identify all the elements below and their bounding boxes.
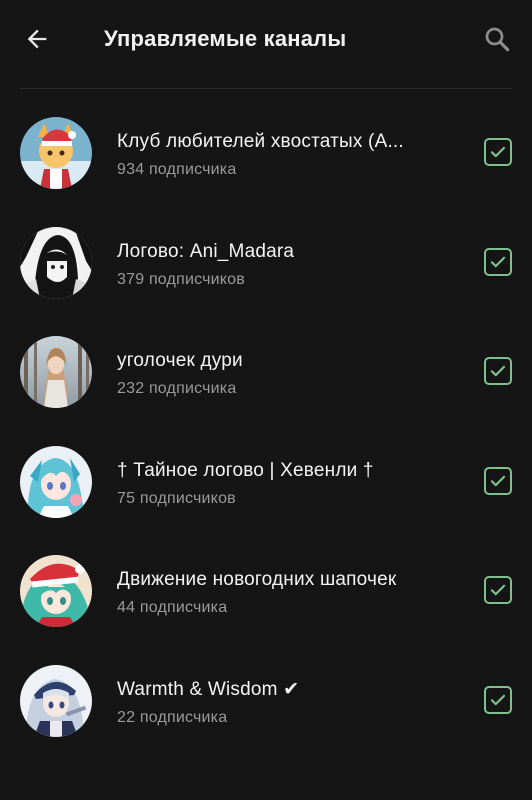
channel-checkbox[interactable]: [484, 466, 512, 495]
channel-row[interactable]: Движение новогодних шапочек 44 подписчик…: [0, 527, 532, 637]
channel-avatar: [20, 336, 92, 408]
channel-list: Клуб любителей хвостатых (А... 934 подпи…: [0, 89, 532, 746]
channel-subscribers: 232 подписчика: [117, 380, 237, 397]
channel-subscribers: 379 подписчиков: [117, 270, 245, 288]
page-title: Управляемые каналы: [104, 26, 347, 51]
channel-name: Логово: Ani_Madara: [117, 240, 295, 262]
channel-name: † Тайное логово | Хевенли †: [117, 459, 374, 481]
channel-subscribers: 75 подписчиков: [117, 489, 236, 507]
channel-name: Движение новогодних шапочек: [117, 569, 397, 590]
channel-name: Warmth & Wisdom ✔: [117, 678, 300, 700]
channel-checkbox[interactable]: [484, 357, 512, 385]
channel-name: уголочек дури: [117, 350, 243, 371]
channel-checkbox[interactable]: [484, 576, 512, 604]
check-icon: [490, 146, 506, 158]
search-icon: [485, 27, 510, 52]
search-button[interactable]: [480, 22, 514, 56]
back-button[interactable]: [20, 22, 54, 56]
channel-name: Клуб любителей хвостатых (А...: [117, 131, 404, 152]
channel-checkbox[interactable]: [484, 247, 512, 276]
check-icon: [490, 256, 506, 267]
channel-subscribers: 22 подписчика: [117, 708, 228, 726]
check-icon: [490, 694, 506, 705]
channel-avatar: [20, 226, 92, 299]
channel-avatar: [20, 555, 92, 627]
channel-avatar: [20, 445, 92, 518]
arrow-left-icon: [27, 29, 47, 49]
channel-checkbox[interactable]: [484, 685, 512, 714]
channel-row[interactable]: уголочек дури 232 подписчика: [0, 308, 532, 418]
channel-row[interactable]: Логово: Ani_Madara 379 подписчиков: [0, 199, 532, 309]
channel-avatar: [20, 117, 92, 189]
channel-row[interactable]: Клуб любителей хвостатых (А... 934 подпи…: [0, 89, 532, 199]
channel-subscribers: 934 подписчика: [117, 161, 237, 178]
check-icon: [490, 365, 506, 377]
channel-row[interactable]: Warmth & Wisdom ✔ 22 подписчика: [0, 637, 532, 747]
check-icon: [490, 584, 506, 596]
channel-avatar: [20, 664, 92, 737]
channel-checkbox[interactable]: [484, 138, 512, 166]
channel-row[interactable]: † Тайное логово | Хевенли † 75 подписчик…: [0, 418, 532, 528]
top-app-bar: Управляемые каналы: [0, 0, 532, 88]
channel-subscribers: 44 подписчика: [117, 599, 228, 616]
check-icon: [490, 475, 506, 486]
